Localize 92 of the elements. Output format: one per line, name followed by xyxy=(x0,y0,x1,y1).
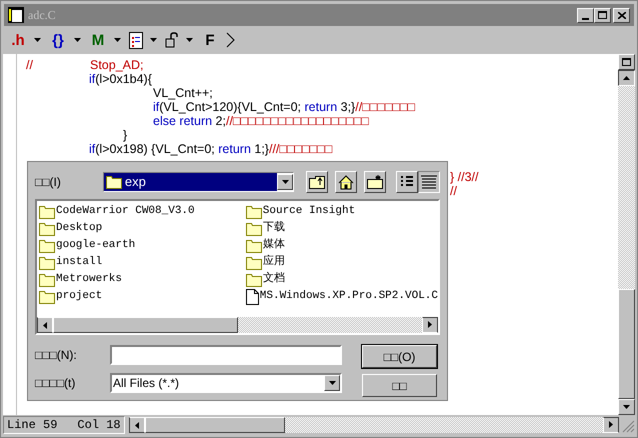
folder-item[interactable]: Source Insight xyxy=(246,203,438,220)
folder-icon xyxy=(246,222,262,236)
dropdown-caret-icon xyxy=(186,38,193,42)
minimize-button[interactable] xyxy=(577,8,594,22)
code-line-fragment: // xyxy=(450,184,457,198)
caret-icon xyxy=(282,180,288,184)
scroll-left-button[interactable] xyxy=(37,317,53,333)
file-name-label: □□□(N): xyxy=(35,347,78,364)
folder-icon xyxy=(39,238,55,252)
code-line: else return 2;//□□□□□□□□□□□□□□□□□□ xyxy=(153,114,369,128)
folder-icon xyxy=(39,204,55,218)
scroll-right-button[interactable] xyxy=(422,317,438,333)
code-line: // Stop_AD; xyxy=(26,58,144,72)
vertical-scrollbar[interactable] xyxy=(618,54,635,415)
file-type-dropdown[interactable]: All Files (*.*) xyxy=(110,373,342,393)
code-line: } xyxy=(123,128,128,142)
code-line: VL_Cnt++; xyxy=(153,86,213,100)
toolbar-button[interactable]: .h xyxy=(9,32,27,48)
toolbar-button[interactable]: M xyxy=(89,32,107,48)
new-folder-icon xyxy=(367,175,383,189)
code-line: if(VL_Cnt>120){VL_Cnt=0; return 3;}//□□□□□□□ xyxy=(153,100,416,114)
scrollbar-thumb[interactable] xyxy=(144,417,285,433)
scroll-down-button[interactable] xyxy=(618,399,635,415)
file-name-field[interactable] xyxy=(110,345,342,365)
cancel-button[interactable]: □□ xyxy=(362,374,437,397)
home-button[interactable] xyxy=(335,171,357,193)
look-in-dropdown[interactable]: exp xyxy=(102,172,294,192)
open-button[interactable]: □□(O) xyxy=(362,345,437,368)
dropdown-caret-icon xyxy=(114,38,121,42)
document-icon xyxy=(8,7,24,23)
folder-icon xyxy=(246,238,262,252)
scrollbar-thumb[interactable] xyxy=(618,289,635,399)
code-line: if(l>0x198) {VL_Cnt=0; return 1;}///□□□□□□□ xyxy=(89,142,332,156)
folder-icon xyxy=(39,222,55,236)
look-in-label: □□(I) xyxy=(35,174,62,191)
caret-icon xyxy=(328,381,336,385)
line-number-text: Line 59 xyxy=(7,417,58,434)
folder-item[interactable]: project xyxy=(39,288,246,305)
horizontal-scrollbar[interactable] xyxy=(37,317,438,333)
document-list-icon[interactable] xyxy=(129,32,143,48)
scroll-up-button[interactable] xyxy=(618,70,635,86)
padlock-icon[interactable] xyxy=(165,32,179,48)
toolbar-button[interactable]: F xyxy=(201,32,219,48)
up-folder-icon xyxy=(309,175,325,189)
left-arrow-icon xyxy=(43,322,47,328)
left-arrow-icon xyxy=(134,422,139,428)
folder-icon xyxy=(246,256,262,270)
folder-item[interactable]: 文档 xyxy=(246,271,438,288)
new-folder-button[interactable] xyxy=(364,171,386,193)
list-view-icon xyxy=(400,175,414,189)
up-folder-button[interactable] xyxy=(306,171,328,193)
up-arrow-icon xyxy=(623,76,630,80)
code-line-fragment: } //3// xyxy=(450,170,478,184)
folder-icon xyxy=(246,204,262,218)
file-type-label: □□□□(t) xyxy=(35,375,76,392)
folder-item[interactable]: Desktop xyxy=(39,220,246,237)
folder-icon xyxy=(246,272,262,286)
details-view-button[interactable] xyxy=(418,171,440,193)
home-icon xyxy=(338,174,354,190)
down-arrow-icon xyxy=(623,405,630,409)
details-view-icon xyxy=(421,175,437,189)
folder-item[interactable]: install xyxy=(39,254,246,271)
file-item[interactable]: MS.Windows.XP.Pro.SP2.VOL.C xyxy=(246,288,438,305)
folder-icon xyxy=(39,256,55,270)
window-title: adc.C xyxy=(28,7,57,24)
folder-item[interactable]: 下载 xyxy=(246,220,438,237)
folder-item[interactable]: CodeWarrior CW08_V3.0 xyxy=(39,203,246,220)
maximize-button[interactable] xyxy=(594,8,611,22)
dropdown-caret-icon xyxy=(74,38,81,42)
folder-item[interactable]: google-earth xyxy=(39,237,246,254)
folder-name: exp xyxy=(124,173,146,192)
scrollbar-thumb[interactable] xyxy=(53,317,238,333)
folder-item[interactable]: 媒体 xyxy=(246,237,438,254)
scroll-right-button[interactable] xyxy=(603,417,619,433)
column-number-text: Col 18 xyxy=(77,417,121,434)
split-button[interactable] xyxy=(618,54,635,70)
right-arrow-icon xyxy=(428,322,432,328)
folder-icon xyxy=(39,290,55,304)
folder-item[interactable]: 应用 xyxy=(246,254,438,271)
document-icon xyxy=(246,288,259,304)
dropdown-caret-icon xyxy=(34,38,41,42)
folder-item[interactable]: Metrowerks xyxy=(39,271,246,288)
toolbar-button[interactable]: {} xyxy=(49,32,67,48)
folder-icon xyxy=(39,272,55,286)
code-line: if(l>0x1b4){ xyxy=(89,72,152,86)
dropdown-caret-icon xyxy=(150,38,157,42)
scroll-left-button[interactable] xyxy=(128,417,145,433)
folder-icon xyxy=(106,175,122,189)
right-arrow-icon xyxy=(609,422,613,428)
close-button[interactable] xyxy=(613,8,630,22)
close-icon xyxy=(618,12,626,18)
list-view-button[interactable] xyxy=(396,171,418,193)
